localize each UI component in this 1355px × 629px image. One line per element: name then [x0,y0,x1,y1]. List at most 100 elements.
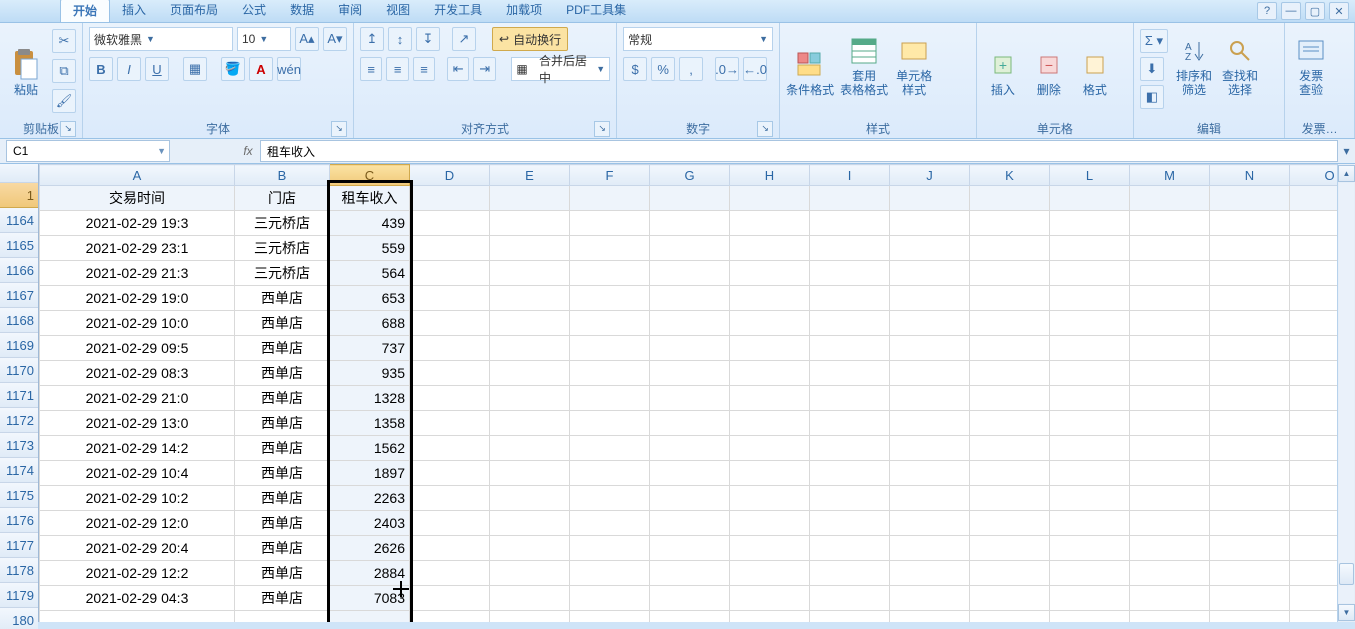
cell[interactable] [490,311,570,336]
cell[interactable] [810,411,890,436]
cell[interactable] [410,336,490,361]
cell[interactable] [1050,261,1130,286]
cell[interactable]: 7083 [330,586,410,611]
cell[interactable] [890,211,970,236]
accounting-format-button[interactable]: $ [623,57,647,81]
cell[interactable] [1210,586,1290,611]
sort-filter-button[interactable]: AZ排序和 筛选 [1174,27,1214,97]
cell[interactable] [1130,311,1210,336]
format-painter-button[interactable]: 🖌 [52,89,76,113]
cell[interactable] [810,361,890,386]
format-as-table-button[interactable]: 套用 表格格式 [840,27,888,97]
cell[interactable]: 三元桥店 [235,211,330,236]
cell[interactable]: 交易时间 [40,186,235,211]
cell[interactable]: 租车收入 [330,186,410,211]
decrease-indent-button[interactable]: ⇤ [447,57,469,81]
cell[interactable]: 2021-02-29 20:4 [40,536,235,561]
cell[interactable] [1210,411,1290,436]
cell[interactable] [890,561,970,586]
cell[interactable] [1290,586,1338,611]
cell[interactable] [650,411,730,436]
cell[interactable] [330,611,410,623]
cell[interactable] [730,186,810,211]
cell[interactable] [490,561,570,586]
cell[interactable] [490,586,570,611]
cell[interactable] [1290,386,1338,411]
cell[interactable]: 西单店 [235,386,330,411]
cell[interactable] [970,361,1050,386]
dialog-launcher-icon[interactable]: ↘ [757,121,773,137]
cell[interactable] [1290,536,1338,561]
cell[interactable] [570,461,650,486]
row-header[interactable]: 1175 [0,483,38,508]
cell[interactable] [570,486,650,511]
cell[interactable] [1130,611,1210,623]
cell[interactable] [570,561,650,586]
autosum-button[interactable]: Σ ▾ [1140,29,1168,53]
italic-button[interactable]: I [117,57,141,81]
percent-format-button[interactable]: % [651,57,675,81]
wrap-text-button[interactable]: ↩自动换行 [492,27,568,51]
cell[interactable] [410,386,490,411]
column-header[interactable]: G [650,165,730,186]
cell[interactable] [1050,186,1130,211]
cell[interactable] [570,386,650,411]
row-header[interactable]: 1177 [0,533,38,558]
cell[interactable]: 2021-02-29 23:1 [40,236,235,261]
cell[interactable]: 2021-02-29 14:2 [40,436,235,461]
cell[interactable] [970,311,1050,336]
cell[interactable] [570,261,650,286]
cell[interactable] [890,411,970,436]
cell[interactable] [970,561,1050,586]
cell[interactable] [970,411,1050,436]
fx-icon[interactable]: fx [236,144,260,158]
cell[interactable] [1050,561,1130,586]
cell[interactable] [730,236,810,261]
cell[interactable]: 2021-02-29 19:0 [40,286,235,311]
cell[interactable] [890,361,970,386]
cell[interactable] [1210,311,1290,336]
cell[interactable] [730,336,810,361]
dialog-launcher-icon[interactable]: ↘ [594,121,610,137]
cell[interactable]: 2884 [330,561,410,586]
cell[interactable] [970,586,1050,611]
cell[interactable] [1210,286,1290,311]
cell[interactable] [1050,386,1130,411]
cell[interactable] [1130,286,1210,311]
cell[interactable] [490,286,570,311]
row-header[interactable]: 1166 [0,258,38,283]
cell[interactable] [1050,236,1130,261]
cell[interactable] [1130,511,1210,536]
ribbon-tab-9[interactable]: PDF工具集 [554,0,638,22]
cell[interactable] [1290,336,1338,361]
cell[interactable] [730,511,810,536]
cell[interactable] [890,461,970,486]
cell[interactable] [890,511,970,536]
cell[interactable] [1290,311,1338,336]
align-top-button[interactable]: ↥ [360,27,384,51]
cell[interactable]: 2021-02-29 21:0 [40,386,235,411]
cell[interactable]: 2021-02-29 10:0 [40,311,235,336]
column-header[interactable]: K [970,165,1050,186]
cell[interactable] [490,611,570,623]
cell[interactable] [570,211,650,236]
cell[interactable] [410,411,490,436]
cell-styles-button[interactable]: 单元格 样式 [894,27,934,97]
cell[interactable] [810,286,890,311]
cell[interactable] [650,286,730,311]
cell[interactable] [810,511,890,536]
cell[interactable] [650,261,730,286]
cell[interactable]: 西单店 [235,436,330,461]
dialog-launcher-icon[interactable]: ↘ [60,121,76,137]
column-header[interactable]: N [1210,165,1290,186]
expand-formula-bar-icon[interactable]: ▾ [1338,144,1355,158]
cell[interactable] [1130,561,1210,586]
cell[interactable] [1130,336,1210,361]
cell[interactable] [1050,461,1130,486]
name-box[interactable]: C1▼ [6,140,170,162]
cell[interactable] [570,286,650,311]
cell[interactable]: 564 [330,261,410,286]
cell[interactable]: 西单店 [235,361,330,386]
decrease-font-button[interactable]: A▾ [323,27,347,51]
ribbon-tab-0[interactable]: 开始 [60,0,110,22]
